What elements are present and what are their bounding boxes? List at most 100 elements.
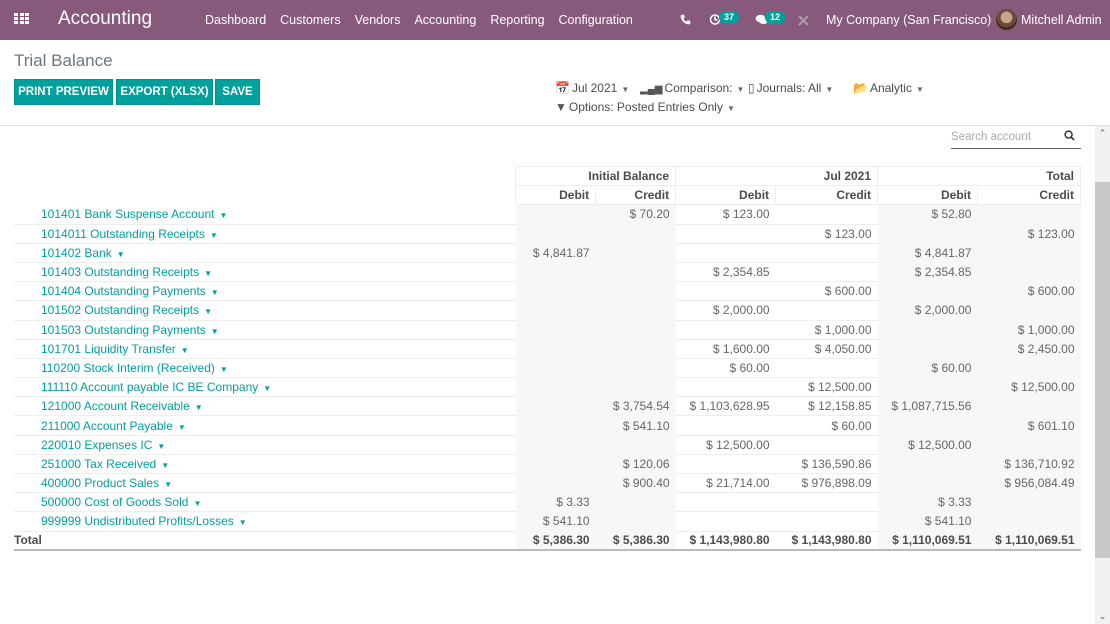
- caret-down-icon[interactable]: ▼: [157, 442, 165, 451]
- menu-reporting[interactable]: Reporting: [483, 13, 551, 27]
- caret-down-icon[interactable]: ▼: [181, 346, 189, 355]
- amount-cell: $ 60.00: [676, 358, 776, 377]
- amount-cell: $ 123.00: [676, 205, 776, 224]
- page-title: Trial Balance: [14, 51, 113, 71]
- amount-cell: [676, 416, 776, 435]
- menu-customers[interactable]: Customers: [273, 13, 347, 27]
- account-name-link[interactable]: 111110 Account payable IC BE Company ▼: [14, 378, 516, 397]
- account-label: 220010 Expenses IC: [41, 438, 152, 452]
- caret-down-icon[interactable]: ▼: [164, 480, 172, 489]
- amount-cell: $ 123.00: [977, 224, 1080, 243]
- account-row: 211000 Account Payable▼$ 541.10$ 60.00$ …: [14, 416, 1081, 435]
- account-name-link[interactable]: 101404 Outstanding Payments▼: [14, 282, 516, 301]
- account-name-link[interactable]: 101402 Bank▼: [14, 243, 516, 262]
- search-account-input[interactable]: [951, 129, 1056, 143]
- amount-cell: [878, 320, 978, 339]
- amount-cell: [776, 262, 878, 281]
- caret-down-icon[interactable]: ▼: [211, 288, 219, 297]
- caret-down-icon[interactable]: ▼: [117, 250, 125, 259]
- account-name-link[interactable]: 101701 Liquidity Transfer ▼: [14, 339, 516, 358]
- amount-cell: [516, 454, 596, 473]
- save-button[interactable]: SAVE: [215, 79, 260, 105]
- amount-cell: [776, 512, 878, 531]
- caret-down-icon: ▼: [916, 85, 924, 94]
- caret-down-icon[interactable]: ▼: [195, 403, 203, 412]
- account-row: 101401 Bank Suspense Account▼ $ 70.20$ 12…: [14, 205, 1081, 224]
- account-row: 101404 Outstanding Payments▼$ 600.00$ 60…: [14, 282, 1081, 301]
- amount-cell: [676, 493, 776, 512]
- debug-tools-icon[interactable]: [798, 15, 809, 26]
- control-panel: Trial Balance PRINT PREVIEW EXPORT (XLSX…: [0, 40, 1110, 126]
- column-header-row: Debit Credit Debit Credit Debit Credit: [14, 186, 1081, 205]
- search-icon[interactable]: [1064, 130, 1075, 141]
- account-name-link[interactable]: 251000 Tax Received▼: [14, 454, 516, 473]
- menu-vendors[interactable]: Vendors: [348, 13, 408, 27]
- export-xlsx-button[interactable]: EXPORT (XLSX): [116, 79, 213, 105]
- caret-down-icon[interactable]: ▼: [220, 365, 228, 374]
- options-filter-dropdown[interactable]: ▼Options: Posted Entries Only▼: [555, 100, 735, 114]
- menu-configuration[interactable]: Configuration: [552, 13, 640, 27]
- account-name-link[interactable]: 500000 Cost of Goods Sold ▼: [14, 493, 516, 512]
- caret-down-icon[interactable]: ▼: [263, 384, 271, 393]
- caret-down-icon[interactable]: ▼: [178, 423, 186, 432]
- account-name-link[interactable]: 1014011 Outstanding Receipts▼: [14, 224, 516, 243]
- account-label: 111110 Account payable IC BE Company: [41, 380, 258, 394]
- amount-cell: [676, 512, 776, 531]
- amount-cell: $ 2,450.00: [977, 339, 1080, 358]
- trial-balance-table: Initial Balance Jul 2021 Total Debit Cre…: [14, 166, 1081, 551]
- amount-cell: $ 956,084.49: [977, 474, 1080, 493]
- amount-cell: [596, 493, 676, 512]
- account-name-link[interactable]: 211000 Account Payable▼: [14, 416, 516, 435]
- app-menu-grid-icon[interactable]: [14, 13, 29, 26]
- amount-cell: [878, 282, 978, 301]
- caret-down-icon[interactable]: ▼: [193, 499, 201, 508]
- analytic-filter-dropdown[interactable]: 📂Analytic▼: [853, 81, 924, 95]
- amount-cell: [596, 358, 676, 377]
- account-name-link[interactable]: 101403 Outstanding Receipts▼: [14, 262, 516, 281]
- caret-down-icon[interactable]: ▼: [161, 461, 169, 470]
- account-name-link[interactable]: 220010 Expenses IC ▼: [14, 435, 516, 454]
- scrollbar-thumb[interactable]: [1095, 182, 1110, 558]
- scroll-up-arrow-icon[interactable]: ⌃: [1095, 126, 1110, 141]
- caret-down-icon[interactable]: ▼: [219, 211, 227, 220]
- caret-down-icon[interactable]: ▼: [239, 518, 247, 527]
- phone-icon[interactable]: [680, 14, 691, 25]
- amount-cell: $ 70.20: [596, 205, 676, 224]
- messages-count-badge: 12: [765, 11, 785, 24]
- vertical-scrollbar[interactable]: ⌃ ⌄: [1095, 126, 1110, 624]
- date-filter-dropdown[interactable]: 📅Jul 2021▼: [555, 81, 629, 95]
- account-name-link[interactable]: 400000 Product Sales▼: [14, 474, 516, 493]
- caret-down-icon[interactable]: ▼: [204, 307, 212, 316]
- caret-down-icon[interactable]: ▼: [204, 269, 212, 278]
- amount-cell: [776, 435, 878, 454]
- account-label: 110200 Stock Interim (Received): [41, 361, 215, 375]
- company-switcher[interactable]: My Company (San Francisco): [826, 13, 991, 27]
- account-row: 101701 Liquidity Transfer▼$ 1,600.00$ 4,…: [14, 339, 1081, 358]
- account-row: 101402 Bank▼$ 4,841.87$ 4,841.87: [14, 243, 1081, 262]
- caret-down-icon[interactable]: ▼: [211, 327, 219, 336]
- account-label: 101701 Liquidity Transfer: [41, 342, 176, 356]
- menu-dashboard[interactable]: Dashboard: [198, 13, 273, 27]
- account-name-link[interactable]: 121000 Account Receivable▼: [14, 397, 516, 416]
- account-name-link[interactable]: 101401 Bank Suspense Account▼: [14, 205, 516, 224]
- journals-filter-dropdown[interactable]: ▯Journals: All▼: [748, 81, 833, 95]
- print-preview-button[interactable]: PRINT PREVIEW: [14, 79, 113, 105]
- account-row: 101503 Outstanding Payments▼$ 1,000.00$ …: [14, 320, 1081, 339]
- bar-chart-icon: ▂▄▆: [640, 84, 662, 95]
- scroll-down-arrow-icon[interactable]: ⌄: [1095, 609, 1110, 624]
- amount-cell: $ 12,500.00: [977, 378, 1080, 397]
- account-name-link[interactable]: 110200 Stock Interim (Received) ▼: [14, 358, 516, 377]
- menu-accounting[interactable]: Accounting: [407, 13, 483, 27]
- account-name-link[interactable]: 101503 Outstanding Payments▼: [14, 320, 516, 339]
- account-name-link[interactable]: 101502 Outstanding Receipts▼: [14, 301, 516, 320]
- comparison-filter-dropdown[interactable]: ▂▄▆Comparison:▼: [640, 81, 744, 95]
- search-account-field[interactable]: [951, 129, 1081, 149]
- amount-cell: [977, 243, 1080, 262]
- column-header: Credit: [776, 186, 878, 205]
- user-menu[interactable]: Mitchell Admin: [1021, 13, 1102, 27]
- account-label: 500000 Cost of Goods Sold: [41, 495, 188, 509]
- caret-down-icon[interactable]: ▼: [210, 231, 218, 240]
- account-name-link[interactable]: 999999 Undistributed Profits/Losses▼: [14, 512, 516, 531]
- amount-cell: $ 541.10: [596, 416, 676, 435]
- user-avatar[interactable]: [996, 9, 1017, 30]
